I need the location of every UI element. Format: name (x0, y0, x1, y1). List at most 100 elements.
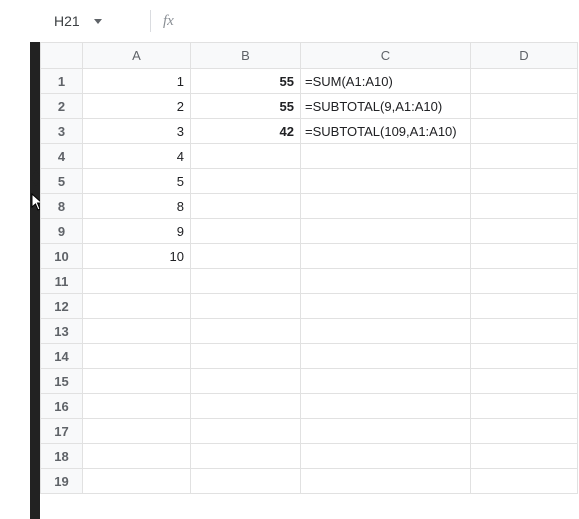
cell[interactable] (471, 444, 578, 469)
col-header-D[interactable]: D (471, 43, 578, 69)
cell[interactable] (191, 469, 301, 494)
row-header[interactable]: 4 (41, 144, 83, 169)
cell[interactable] (191, 269, 301, 294)
cell[interactable] (191, 144, 301, 169)
cell[interactable] (471, 269, 578, 294)
cell[interactable] (301, 294, 471, 319)
row-header[interactable]: 16 (41, 394, 83, 419)
col-header-A[interactable]: A (83, 43, 191, 69)
cell[interactable] (301, 244, 471, 269)
cell[interactable] (301, 344, 471, 369)
row-header[interactable]: 18 (41, 444, 83, 469)
cell[interactable] (471, 419, 578, 444)
col-header-B[interactable]: B (191, 43, 301, 69)
cell[interactable] (471, 119, 578, 144)
cell[interactable]: 3 (83, 119, 191, 144)
cell[interactable] (301, 194, 471, 219)
table-row: 18 (41, 444, 578, 469)
cell[interactable]: =SUBTOTAL(9,A1:A10) (301, 94, 471, 119)
cell[interactable]: 9 (83, 219, 191, 244)
cell[interactable]: 55 (191, 94, 301, 119)
cell[interactable] (471, 469, 578, 494)
row-header[interactable]: 9 (41, 219, 83, 244)
name-box-bar: H21 fx (40, 0, 579, 42)
row-header[interactable]: 3 (41, 119, 83, 144)
cell[interactable] (191, 444, 301, 469)
cell[interactable] (301, 319, 471, 344)
cell[interactable] (471, 219, 578, 244)
row-header[interactable]: 19 (41, 469, 83, 494)
cell[interactable] (83, 344, 191, 369)
cell[interactable]: 4 (83, 144, 191, 169)
table-row: 11 (41, 269, 578, 294)
cell[interactable] (471, 319, 578, 344)
cell[interactable]: =SUBTOTAL(109,A1:A10) (301, 119, 471, 144)
cell[interactable] (301, 169, 471, 194)
row-group-toggle[interactable] (31, 170, 40, 186)
cell[interactable] (301, 219, 471, 244)
cell[interactable] (301, 269, 471, 294)
row-header[interactable]: 12 (41, 294, 83, 319)
cell[interactable] (83, 469, 191, 494)
cell[interactable] (301, 469, 471, 494)
cell[interactable] (191, 294, 301, 319)
cell[interactable] (83, 369, 191, 394)
row-header[interactable]: 15 (41, 369, 83, 394)
table-row: 1 1 55 =SUM(A1:A10) (41, 69, 578, 94)
cell[interactable] (83, 444, 191, 469)
cell[interactable] (301, 369, 471, 394)
cell[interactable] (191, 344, 301, 369)
row-header[interactable]: 17 (41, 419, 83, 444)
cell[interactable] (191, 394, 301, 419)
cell[interactable]: 42 (191, 119, 301, 144)
cell[interactable] (471, 294, 578, 319)
row-header[interactable]: 1 (41, 69, 83, 94)
cell[interactable]: 2 (83, 94, 191, 119)
cell[interactable] (83, 394, 191, 419)
cell[interactable] (471, 244, 578, 269)
cell[interactable] (301, 444, 471, 469)
cell[interactable] (471, 144, 578, 169)
cell[interactable] (301, 144, 471, 169)
cell[interactable] (191, 419, 301, 444)
cell[interactable] (191, 244, 301, 269)
col-header-C[interactable]: C (301, 43, 471, 69)
name-box[interactable]: H21 (48, 10, 138, 32)
row-header[interactable]: 2 (41, 94, 83, 119)
cell[interactable]: 8 (83, 194, 191, 219)
row-header[interactable]: 5 (41, 169, 83, 194)
cell[interactable]: 5 (83, 169, 191, 194)
row-header[interactable]: 14 (41, 344, 83, 369)
row-header[interactable]: 8 (41, 194, 83, 219)
cell[interactable] (471, 94, 578, 119)
cell[interactable] (471, 69, 578, 94)
cell[interactable] (471, 344, 578, 369)
row-header[interactable]: 11 (41, 269, 83, 294)
cell[interactable] (191, 194, 301, 219)
cell[interactable] (83, 419, 191, 444)
grid[interactable]: A B C D 1 1 55 =SUM(A1:A10) 2 2 55 (40, 42, 579, 519)
cell[interactable] (301, 419, 471, 444)
cell[interactable] (83, 269, 191, 294)
cell[interactable] (471, 369, 578, 394)
row-header[interactable]: 13 (41, 319, 83, 344)
select-all-corner[interactable] (41, 43, 83, 69)
sheet-table[interactable]: A B C D 1 1 55 =SUM(A1:A10) 2 2 55 (40, 42, 578, 494)
formula-bar-input[interactable] (180, 10, 579, 32)
cell[interactable] (471, 169, 578, 194)
cell[interactable] (301, 394, 471, 419)
row-header[interactable]: 10 (41, 244, 83, 269)
cell[interactable]: 1 (83, 69, 191, 94)
cell[interactable] (83, 319, 191, 344)
cell[interactable] (471, 194, 578, 219)
cell[interactable] (83, 294, 191, 319)
table-row: 15 (41, 369, 578, 394)
cell[interactable] (471, 394, 578, 419)
cell[interactable] (191, 219, 301, 244)
cell[interactable] (191, 169, 301, 194)
cell[interactable]: 10 (83, 244, 191, 269)
cell[interactable] (191, 369, 301, 394)
cell[interactable]: 55 (191, 69, 301, 94)
cell[interactable]: =SUM(A1:A10) (301, 69, 471, 94)
cell[interactable] (191, 319, 301, 344)
